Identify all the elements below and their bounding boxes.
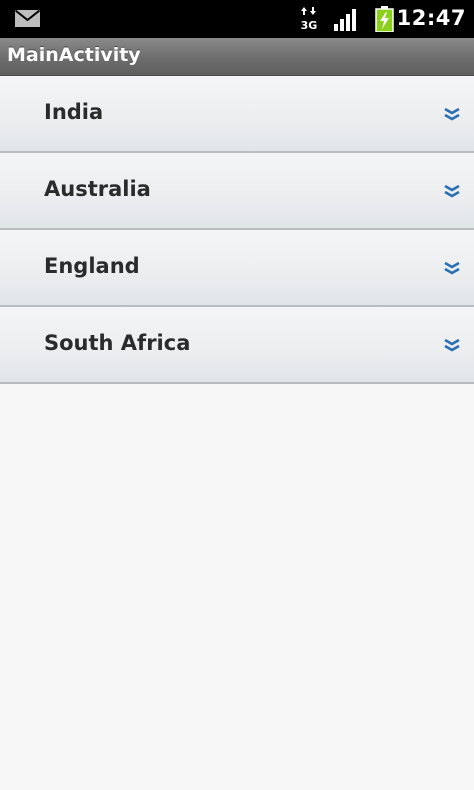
list-group-england[interactable]: England <box>0 230 474 307</box>
battery-charging-icon <box>375 6 394 32</box>
chevron-double-down-icon <box>444 107 460 121</box>
data-3g-icon: 3G <box>301 7 318 31</box>
screen: 3G 12:47 MainActivity India Australia En… <box>0 0 474 790</box>
svg-text:3G: 3G <box>301 19 318 31</box>
expandable-list: India Australia England South Africa <box>0 76 474 384</box>
chevron-double-down-icon <box>444 261 460 275</box>
list-group-india[interactable]: India <box>0 76 474 153</box>
signal-icon <box>334 9 356 31</box>
group-label: England <box>44 254 140 278</box>
app-title: MainActivity <box>7 44 141 66</box>
mail-icon[interactable] <box>15 10 40 27</box>
list-group-australia[interactable]: Australia <box>0 153 474 230</box>
group-label: South Africa <box>44 331 191 355</box>
group-label: India <box>44 100 104 124</box>
status-bar: 3G 12:47 <box>0 0 474 38</box>
chevron-double-down-icon <box>444 184 460 198</box>
chevron-double-down-icon <box>444 338 460 352</box>
action-bar: MainActivity <box>0 38 474 76</box>
clock: 12:47 <box>396 6 466 30</box>
list-group-south-africa[interactable]: South Africa <box>0 307 474 384</box>
group-label: Australia <box>44 177 151 201</box>
